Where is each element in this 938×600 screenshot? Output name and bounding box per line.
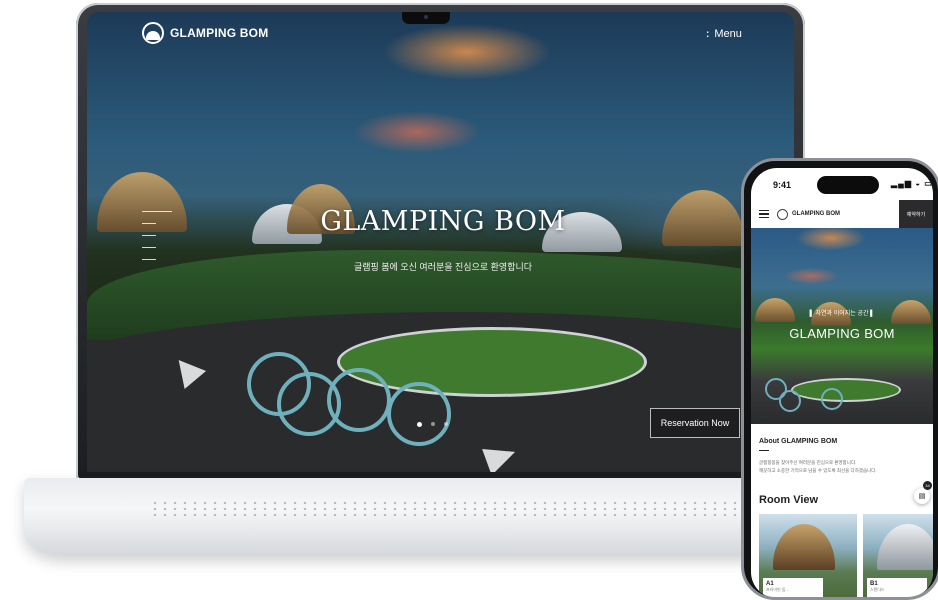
- mobile-logo-text: GLAMPING BOM: [792, 211, 840, 217]
- signal-wifi-battery-icon: ▂▄▆ ◒ ▭: [891, 179, 933, 188]
- hamburger-menu-icon[interactable]: [759, 208, 769, 221]
- bicycle-wheel: [821, 388, 843, 410]
- about-divider: [759, 450, 769, 451]
- mobile-reserve-button[interactable]: 예약하기: [899, 200, 933, 228]
- site-logo-text: GLAMPING BOM: [170, 26, 269, 40]
- dynamic-island: [817, 176, 879, 194]
- mobile-hero-tag: ▌ 자연과 이어지는 공간 ▌: [809, 311, 875, 317]
- mobile-hero-title: GLAMPING BOM: [789, 326, 895, 341]
- bicycle-wheel: [327, 368, 391, 432]
- desktop-hero-image: [87, 12, 794, 472]
- camera-notch: [402, 12, 450, 24]
- slider-dot[interactable]: [444, 422, 448, 426]
- room-photo: [877, 524, 933, 570]
- glamping-logo-icon: [777, 208, 788, 220]
- status-bar: 9:41 ▂▄▆ ◒ ▭: [751, 168, 933, 198]
- bicycle-wheel: [779, 390, 801, 412]
- mobile-logo[interactable]: GLAMPING BOM: [777, 208, 840, 220]
- room-card[interactable]: B1 스탠다드: [863, 514, 933, 597]
- bicycle-wheel: [387, 382, 451, 446]
- room-subtitle: 스탠다드: [870, 587, 885, 592]
- hero-title: GLAMPING BOM: [320, 206, 566, 237]
- slider-dot[interactable]: [417, 422, 422, 427]
- book-icon[interactable]: ▤: [914, 488, 930, 504]
- phone-frame: 9:41 ▂▄▆ ◒ ▭ GLAMPING BOM 예약하기 ▌ 자연과 이어지…: [741, 158, 938, 600]
- notification-badge: 34: [923, 481, 932, 490]
- room-card[interactable]: A1 프라이빗 돔...: [759, 514, 857, 597]
- lawn-scenery: [791, 378, 901, 402]
- room-photo: [773, 524, 835, 570]
- menu-button[interactable]: : Menu: [706, 28, 742, 40]
- phone-screen: 9:41 ▂▄▆ ◒ ▭ GLAMPING BOM 예약하기 ▌ 자연과 이어지…: [751, 168, 933, 597]
- about-text: 글램핑봄을 찾아주신 여러분을 진심으로 환영합니다.: [759, 460, 857, 465]
- about-section: About GLAMPING BOM 글램핑봄을 찾아주신 여러분을 진심으로 …: [759, 438, 925, 475]
- site-logo[interactable]: GLAMPING BOM: [142, 22, 268, 44]
- mobile-header: GLAMPING BOM 예약하기: [751, 200, 933, 228]
- about-text: 깨끗하고 소중한 기억으로 남을 수 있도록 최선을 다하겠습니다.: [759, 468, 877, 473]
- room-card-label: B1 스탠다드: [867, 578, 927, 597]
- side-line-decoration: [142, 211, 172, 271]
- about-title: About GLAMPING BOM: [759, 438, 838, 445]
- laptop-keyboard: [150, 500, 750, 518]
- slider-dot[interactable]: [431, 422, 435, 426]
- hero-subtitle: 글램핑 봄에 오신 여러분을 진심으로 환영합니다: [353, 262, 533, 272]
- room-card-label: A1 프라이빗 돔...: [763, 578, 823, 597]
- mobile-hero-image: ▌ 자연과 이어지는 공간 ▌ GLAMPING BOM: [751, 228, 933, 424]
- slider-dots: [417, 422, 448, 427]
- room-subtitle: 프라이빗 돔...: [766, 587, 789, 592]
- glamping-logo-icon: [142, 22, 164, 44]
- reservation-button[interactable]: Reservation Now: [650, 408, 740, 438]
- room-view-title: Room View: [759, 494, 819, 506]
- status-time: 9:41: [773, 180, 792, 190]
- tent-scenery: [662, 190, 744, 246]
- menu-dots-icon: :: [706, 28, 710, 40]
- menu-label: Menu: [714, 28, 742, 40]
